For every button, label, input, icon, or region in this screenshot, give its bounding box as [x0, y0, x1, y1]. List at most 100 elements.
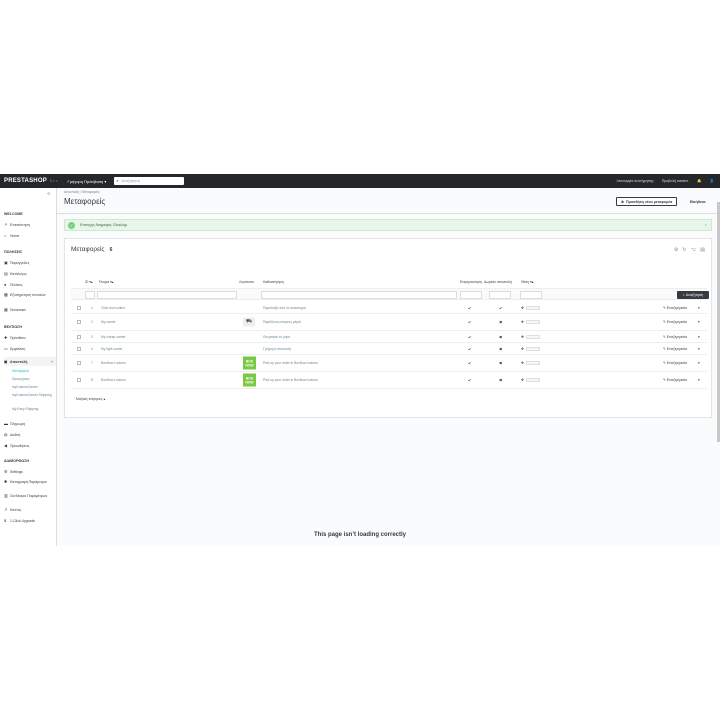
row-checkbox[interactable]	[77, 378, 81, 382]
filter-free-select[interactable]	[489, 291, 511, 299]
position-handle[interactable]: ✥	[521, 346, 540, 351]
check-icon[interactable]: ✔	[468, 305, 471, 310]
col-name[interactable]: Όνομα ▾▴	[99, 280, 113, 284]
add-carrier-button[interactable]: ⊕ Προσθήκη νέου μεταφορέα	[616, 197, 678, 206]
sidebar-sub-mycustomcarrier-shipping[interactable]: myCustomCarrier Shipping	[12, 393, 52, 397]
position-handle[interactable]: ✥	[521, 334, 540, 339]
table-row[interactable]: 2 My carrier ⛟ Παράδοση επόμενη μέρα! ✔ …	[71, 314, 707, 331]
account-icon[interactable]: 👤	[710, 179, 714, 183]
sidebar-item-international[interactable]: ◍ Διεθνή	[4, 432, 56, 437]
sidebar-item-orders[interactable]: ▣ Παραγγελίες	[4, 260, 56, 265]
sidebar-item-modules[interactable]: ✚ Πρόσθετα	[4, 335, 56, 340]
sql-icon[interactable]: ⌥	[691, 247, 697, 253]
position-handle[interactable]: ✥	[521, 361, 540, 365]
table-row[interactable]: 7 BoxNow Lockers BOX NOW Pick up your ord…	[71, 355, 707, 372]
edit-button[interactable]: ✎ Επεξεργασία	[663, 335, 687, 339]
row-checkbox[interactable]	[77, 346, 81, 351]
topbar-right: Λειτουργία συντήρησης Προβολή κατάστ. 🔔 …	[616, 179, 714, 183]
cross-icon[interactable]: ✖	[499, 346, 502, 351]
row-checkbox[interactable]	[77, 320, 81, 324]
cross-icon[interactable]: ✖	[499, 361, 502, 366]
edit-button[interactable]: ✎ Επεξεργασία	[663, 361, 687, 365]
success-alert: ✓ Επιτυχής διαγραφή: Ολοκληρ ×	[64, 219, 712, 231]
check-icon[interactable]: ✔	[468, 361, 471, 366]
carriers-panel: Μεταφορείς 6 ⚙ ↻ ⌥ ▤ ID ▾▴ Όνομα ▾▴ Λογότ…	[64, 238, 712, 418]
row-delay: Pick up your order in BoxNow lockers	[263, 378, 318, 382]
boxnow-logo: BOX NOW	[243, 373, 256, 387]
row-id: 4	[91, 347, 93, 351]
filter-name-input[interactable]	[97, 291, 237, 299]
row-checkbox[interactable]	[77, 305, 81, 310]
position-handle[interactable]: ✥	[521, 378, 540, 382]
check-icon[interactable]: ✔	[468, 320, 471, 325]
edit-button[interactable]: ✎ Επεξεργασία	[663, 306, 687, 310]
close-icon[interactable]: ×	[705, 223, 707, 227]
check-icon[interactable]: ✔	[468, 346, 471, 351]
notifications-icon[interactable]: 🔔	[697, 179, 701, 183]
table-row[interactable]: 3 My cheap carrier Θα φτάσει το μήνα ✔ ✖…	[71, 331, 707, 343]
maintenance-link[interactable]: Λειτουργία συντήρησης	[616, 179, 653, 183]
sidebar-item-upgrade[interactable]: $1-Click Upgrade	[4, 518, 56, 523]
check-icon[interactable]: ✔	[468, 378, 471, 383]
panel-title: Μεταφορείς 6	[71, 246, 113, 253]
bulk-actions-button[interactable]: Μαζικές ενέργειες ▴	[75, 396, 106, 402]
view-shop-link[interactable]: Προβολή κατάστ.	[662, 179, 689, 183]
position-handle[interactable]: ✥	[521, 305, 540, 310]
sidebar-item-catalog[interactable]: ▤ Κατάλογος	[4, 271, 56, 276]
filter-delay-input[interactable]	[261, 291, 457, 299]
sidebar-sub-mycustomcarrier[interactable]: myCustomCarrier	[12, 385, 38, 389]
refresh-icon[interactable]: ↻	[682, 247, 686, 253]
col-position[interactable]: Θέση ▾▴	[521, 280, 533, 284]
sidebar-item-marketing[interactable]: ◀ Προωθήσεις	[4, 443, 56, 448]
settings-icon[interactable]: ⚙	[674, 247, 678, 253]
table-row[interactable]: 8 BoxNow Lockers BOX NOW Pick up your ord…	[71, 372, 707, 389]
row-checkbox[interactable]	[77, 334, 81, 339]
cross-icon[interactable]: ✖	[499, 334, 502, 339]
sidebar-item-overview[interactable]: ↗ Επισκόπηση	[4, 222, 56, 227]
check-icon[interactable]: ✔	[468, 334, 471, 339]
chevron-down-icon[interactable]: ▾	[698, 378, 700, 382]
chevron-down-icon[interactable]: ▾	[698, 347, 700, 351]
row-checkbox[interactable]	[77, 361, 81, 365]
sidebar-sub-my-easy-shipping[interactable]: My Easy Shipping	[12, 407, 38, 411]
position-handle[interactable]: ✥	[521, 320, 540, 324]
cross-icon[interactable]: ✖	[499, 378, 502, 383]
col-id[interactable]: ID ▾▴	[85, 280, 93, 284]
table-row[interactable]: 4 My light carrier Γρήγορη αποστολή ✔ ✖ …	[71, 343, 707, 355]
chevron-down-icon[interactable]: ▾	[698, 320, 700, 324]
sidebar-item-home[interactable]: ⌂ Home	[4, 233, 56, 238]
sidebar-item-param-links[interactable]: ▥ Σύνδεσμοι Παραμέτρων	[4, 493, 56, 498]
help-button[interactable]: Βοήθεια	[690, 199, 705, 204]
filter-id-input[interactable]	[85, 291, 95, 299]
filter-status-select[interactable]	[460, 291, 482, 299]
sidebar-sub-carriers[interactable]: Μεταφορείς	[12, 369, 29, 373]
search-input[interactable]: ⌕ Αναζήτηση	[114, 177, 185, 185]
edit-button[interactable]: ✎ Επεξεργασία	[663, 320, 687, 324]
row-delay: Γρήγορη αποστολή	[263, 347, 292, 351]
chevron-down-icon[interactable]: ▾	[698, 306, 700, 310]
sidebar-item-cost[interactable]: ↗ Κόστος	[4, 507, 56, 512]
sidebar-item-payment[interactable]: ▬ Πληρωμή	[4, 421, 56, 426]
search-button[interactable]: ⌕ Αναζήτηση	[677, 291, 709, 299]
sidebar-item-customers[interactable]: ● Πελάτες	[4, 282, 56, 287]
filter-position-input[interactable]	[520, 291, 542, 299]
edit-button[interactable]: ✎ Επεξεργασία	[663, 347, 687, 351]
cross-icon[interactable]: ✖	[499, 320, 502, 325]
sidebar-item-customer-service[interactable]: ▩ Εξυπηρέτηση πελατών	[4, 292, 56, 297]
sidebar-item-design[interactable]: ▭ Εμφάνιση	[4, 346, 56, 351]
quick-access-menu[interactable]: Γρήγορη Πρόσβαση ▾	[68, 179, 107, 184]
table-row[interactable]: 1 Click and collect Παραλαβή από το κατά…	[71, 302, 707, 314]
breadcrumb-shipping[interactable]: Αποστολή	[64, 190, 79, 194]
chevron-down-icon[interactable]: ▾	[698, 361, 700, 365]
export-icon[interactable]: ▤	[700, 247, 705, 253]
sidebar-item-settings[interactable]: ⚙ Settings	[4, 469, 56, 474]
sidebar-item-shipping[interactable]: ◼ Αποστολή ˄	[4, 357, 56, 366]
edit-button[interactable]: ✎ Επεξεργασία	[663, 378, 687, 382]
sidebar-item-stats[interactable]: ▦ Στατιστικά	[4, 307, 56, 312]
sidebar-item-advanced-params[interactable]: ✱ Καταγραφή Παράμετροι	[4, 479, 56, 484]
chevron-down-icon[interactable]: ▾	[698, 335, 700, 339]
collapse-sidebar-icon[interactable]: «	[47, 191, 50, 197]
sidebar-sub-preferences[interactable]: Προτιμήσεις	[12, 377, 30, 381]
prestashop-logo[interactable]: PRESTASHOP	[4, 178, 47, 184]
check-icon[interactable]: ✔	[499, 305, 502, 310]
